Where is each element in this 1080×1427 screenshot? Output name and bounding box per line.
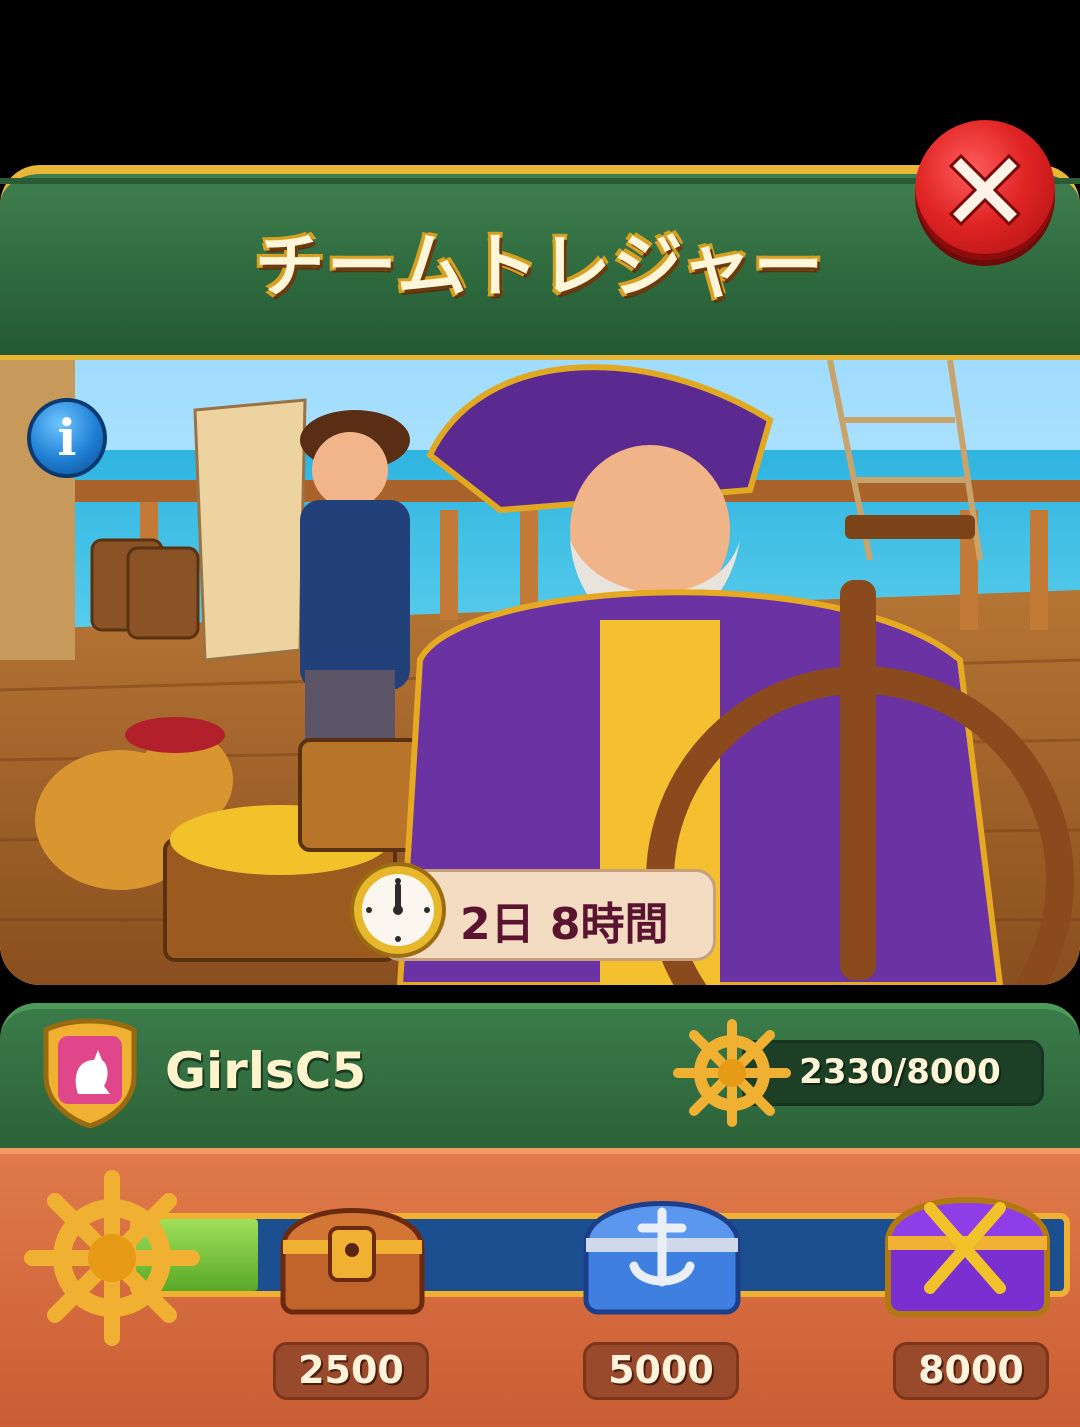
- page-title: チームトレジャー: [254, 225, 826, 307]
- purple-swords-chest-icon: [884, 1197, 1051, 1317]
- milestone-value: 2500: [298, 1348, 404, 1392]
- ship-wheel-icon: [24, 1170, 200, 1346]
- time-remaining: 2日 8時間: [460, 899, 669, 950]
- team-badge-icon[interactable]: [38, 1016, 142, 1128]
- clock-face: [362, 874, 434, 946]
- brown-chest-icon: [280, 1208, 425, 1315]
- close-icon: [948, 153, 1022, 227]
- team-name: GirlsC5: [165, 1042, 367, 1100]
- milestone-value: 5000: [608, 1348, 714, 1392]
- milestone-value: 8000: [918, 1348, 1024, 1392]
- close-button[interactable]: [915, 120, 1055, 260]
- info-icon: i: [57, 408, 77, 467]
- blue-anchor-chest-icon: [583, 1201, 741, 1315]
- info-button[interactable]: i: [27, 398, 107, 478]
- team-score: 2330/8000: [799, 1052, 1001, 1092]
